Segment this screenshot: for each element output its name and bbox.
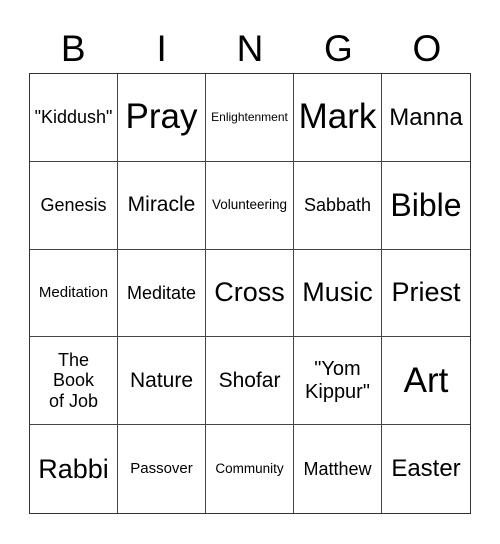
bingo-cell[interactable]: Enlightenment <box>206 74 294 162</box>
bingo-cell[interactable]: Meditate <box>118 249 206 338</box>
header-letter-g: G <box>324 28 353 69</box>
header-letter-b: B <box>60 28 86 69</box>
bingo-cell[interactable]: "Kiddush" <box>30 74 118 162</box>
header-letter-o: O <box>412 28 442 69</box>
bingo-cell[interactable]: Art <box>382 337 470 426</box>
bingo-cell[interactable]: Passover <box>118 425 206 513</box>
bingo-cell[interactable]: Miracle <box>118 161 206 250</box>
bingo-card-grid: "Kiddush" Pray Enlightenment Mark Manna … <box>29 73 471 514</box>
bingo-cell[interactable]: Manna <box>382 74 470 162</box>
bingo-cell[interactable]: Bible <box>382 162 470 250</box>
bingo-cell[interactable]: Matthew <box>294 425 382 513</box>
bingo-cell[interactable]: Genesis <box>30 161 118 250</box>
bingo-cell[interactable]: Mark <box>294 74 382 162</box>
bingo-cell[interactable]: Music <box>294 249 382 338</box>
bingo-cell[interactable]: Volunteering <box>206 161 294 250</box>
bingo-cell[interactable]: Pray <box>118 74 206 162</box>
bingo-cell[interactable]: Priest <box>382 250 470 338</box>
bingo-cell[interactable]: Meditation <box>30 249 118 338</box>
header-letter-i: I <box>156 28 167 69</box>
bingo-cell[interactable]: Easter <box>382 425 470 513</box>
bingo-cell[interactable]: "Yom Kippur" <box>294 337 382 426</box>
bingo-cell[interactable]: Rabbi <box>30 425 118 513</box>
bingo-cell[interactable]: The Book of Job <box>30 337 118 426</box>
bingo-cell[interactable]: Community <box>206 425 294 513</box>
bingo-cell[interactable]: Nature <box>118 337 206 426</box>
bingo-cell[interactable]: Sabbath <box>294 161 382 250</box>
header-letter-n: N <box>236 28 264 69</box>
bingo-cell[interactable]: Cross <box>206 249 294 338</box>
bingo-cell[interactable]: Shofar <box>206 337 294 426</box>
bingo-header: B I N G O <box>29 26 471 72</box>
